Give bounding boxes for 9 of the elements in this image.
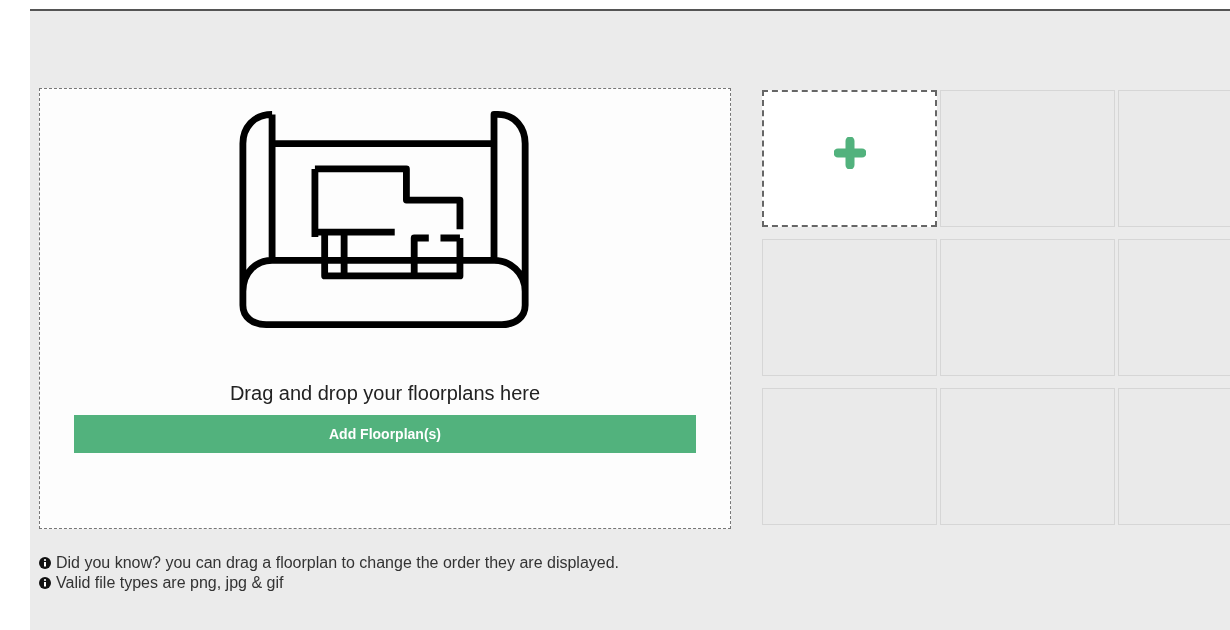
- plus-icon: [833, 137, 866, 169]
- blueprint-icon: [239, 110, 531, 330]
- dropzone[interactable]: Drag and drop your floorplans here Add Floorplan(s): [39, 88, 731, 529]
- add-floorplan-tile[interactable]: [762, 90, 937, 227]
- tip-text: Valid file types are png, jpg & gif: [56, 574, 284, 592]
- tip-text: Did you know? you can drag a floorplan to change the order they are displayed.: [56, 554, 620, 572]
- info-icon: [39, 577, 51, 589]
- dropzone-prompt: Drag and drop your floorplans here: [229, 382, 541, 405]
- info-icon: [39, 557, 51, 569]
